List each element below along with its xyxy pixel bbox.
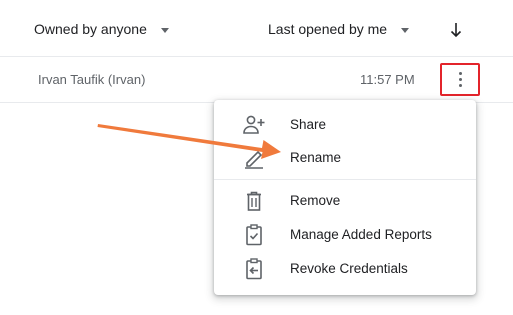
caret-down-icon (160, 27, 169, 33)
context-menu: Share Rename Remove Manage Added Reports (214, 100, 476, 295)
menu-item-label: Share (290, 117, 327, 132)
menu-item-manage-added-reports[interactable]: Manage Added Reports (214, 221, 476, 249)
clipboard-check-icon (246, 224, 262, 246)
menu-item-remove[interactable]: Remove (214, 187, 476, 215)
row-owner: Irvan Taufik (Irvan) (38, 72, 146, 87)
menu-item-label: Manage Added Reports (290, 227, 432, 242)
owner-filter-dropdown[interactable]: Owned by anyone (34, 21, 169, 37)
sort-label: Last opened by me (268, 21, 388, 37)
pencil-icon (245, 150, 263, 169)
list-header: Owned by anyone Last opened by me (0, 0, 513, 57)
menu-item-label: Rename (290, 150, 342, 165)
clipboard-revoke-icon (246, 258, 262, 280)
arrow-down-icon[interactable] (448, 20, 464, 40)
menu-item-rename[interactable]: Rename (214, 144, 476, 172)
table-row[interactable]: Irvan Taufik (Irvan) 11:57 PM (0, 57, 513, 103)
menu-divider (214, 179, 476, 180)
more-actions-button[interactable] (440, 63, 480, 96)
menu-item-label: Revoke Credentials (290, 261, 408, 276)
sort-dropdown[interactable]: Last opened by me (268, 21, 410, 37)
row-time: 11:57 PM (360, 72, 415, 87)
trash-icon (247, 191, 261, 211)
menu-item-label: Remove (290, 193, 341, 208)
menu-item-revoke-credentials[interactable]: Revoke Credentials (214, 255, 476, 283)
caret-down-icon (401, 27, 410, 33)
person-add-icon (243, 115, 265, 134)
menu-item-share[interactable]: Share (214, 111, 476, 139)
owner-filter-label: Owned by anyone (34, 21, 147, 37)
